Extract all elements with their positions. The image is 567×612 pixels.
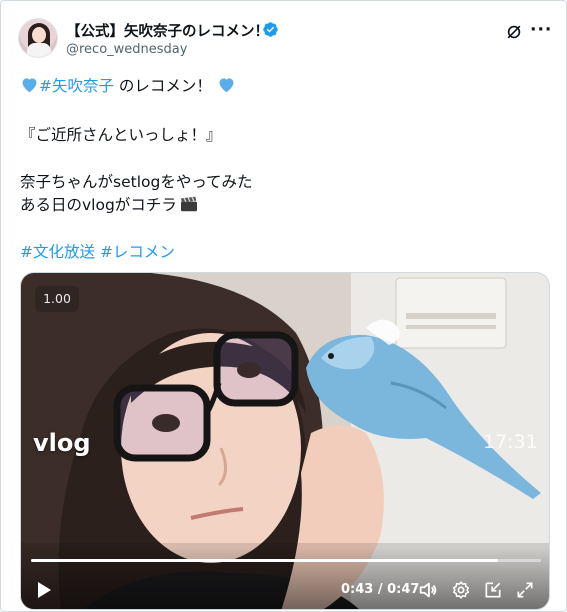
tweet-line-1: #矢吹奈子 のレコメン！ [20,74,236,96]
settings-gear-icon[interactable] [451,579,471,601]
video-player[interactable]: 1.00 vlog 17:31 0:43 / 0:47 [20,272,550,610]
progress-fill [31,559,498,562]
author-handle[interactable]: @reco_wednesday [66,42,187,57]
playback-speed-badge[interactable]: 1.00 [35,286,79,312]
more-icon[interactable]: ··· [530,22,551,42]
blue-heart-icon [219,78,234,93]
tweet-line-3: 奈子ちゃんがsetlogをやってみた [20,173,253,191]
tweet-line-4-text: ある日のvlogがコチラ [20,196,177,214]
tweet-line-1-text: のレコメン！ [114,77,212,95]
video-caption-vlog: vlog [33,429,91,457]
avatar[interactable] [18,18,58,58]
volume-muted-icon[interactable] [417,579,439,601]
hashtag-yabuki-nako[interactable]: #矢吹奈子 [39,77,114,95]
time-display: 0:43 / 0:47 [341,582,420,597]
verified-badge-icon [263,22,278,37]
author-display-name[interactable]: 【公式】矢吹奈子のレコメン！ [66,20,269,41]
hashtag-row: #文化放送 #レコメン [20,240,175,262]
tweet-line-2: 『ご近所さんといっしょ！』 [20,126,222,144]
play-icon[interactable] [35,579,53,601]
hashtag-recomen[interactable]: #レコメン [100,243,175,261]
tweet-line-4: ある日のvlogがコチラ [20,193,199,215]
blue-heart-icon [22,78,37,93]
progress-bar[interactable] [31,559,541,562]
grok-icon[interactable] [504,22,524,42]
video-overlay-time: 17:31 [483,431,538,453]
hashtag-bunka-hoso[interactable]: #文化放送 [20,243,95,261]
fullscreen-icon[interactable] [515,579,535,601]
clapperboard-icon [180,196,197,212]
picture-in-picture-icon[interactable] [483,579,503,601]
